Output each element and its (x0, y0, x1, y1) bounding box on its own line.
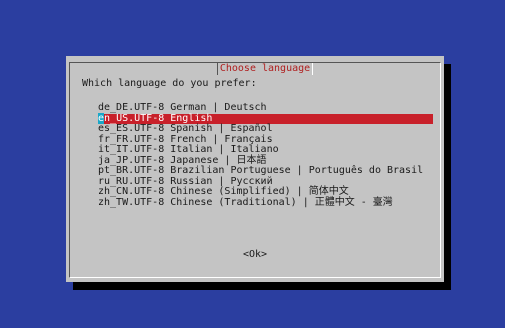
language-option[interactable]: pt_BR.UTF-8 Brazilian Portuguese | Portu… (98, 165, 433, 177)
dialog-title-bar: Choose language (70, 63, 440, 75)
language-option[interactable]: it_IT.UTF-8 Italian | Italiano (98, 144, 433, 156)
installer-screen: Choose language Which language do you pr… (0, 0, 505, 328)
language-option[interactable]: zh_CN.UTF-8 Chinese (Simplified) | 简体中文 (98, 186, 433, 198)
language-dialog: Choose language Which language do you pr… (66, 56, 444, 282)
dialog-frame: Choose language Which language do you pr… (69, 62, 441, 278)
ok-button[interactable]: <Ok> (70, 249, 440, 261)
language-list: de_DE.UTF-8 German | Deutsch en_US.UTF-8 … (98, 102, 433, 209)
language-option-label: n_US.UTF-8 English (104, 112, 213, 124)
language-option[interactable]: es_ES.UTF-8 Spanish | Español (98, 123, 433, 135)
language-option[interactable]: zh_TW.UTF-8 Chinese (Traditional) | 正體中文… (98, 197, 433, 209)
dialog-prompt: Which language do you prefer: (82, 78, 257, 89)
dialog-title: Choose language (216, 63, 314, 75)
